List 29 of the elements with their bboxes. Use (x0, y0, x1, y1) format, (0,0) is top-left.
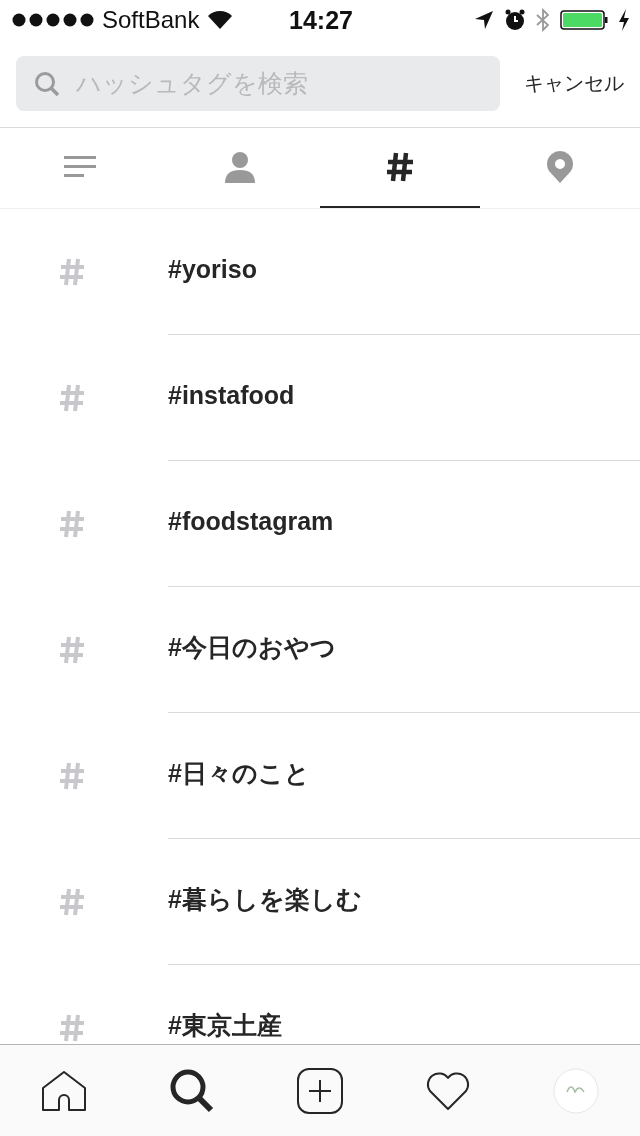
signal-icon (12, 13, 94, 27)
search-icon (34, 71, 60, 97)
hashtag-icon (59, 509, 85, 539)
hashtag-icon (59, 257, 85, 287)
person-icon (224, 151, 256, 183)
location-pin-icon (546, 151, 574, 183)
hashtag-label[interactable]: #yoriso (168, 255, 257, 284)
hashtag-label[interactable]: #今日のおやつ (168, 631, 336, 664)
lines-icon (64, 155, 96, 179)
cancel-button[interactable]: キャンセル (524, 70, 624, 97)
hashtag-label[interactable]: #日々のこと (168, 757, 310, 790)
hashtag-label[interactable]: #instafood (168, 381, 295, 410)
charging-bolt-icon (618, 9, 630, 31)
hashtag-label[interactable]: #東京土産 (168, 1009, 282, 1042)
clock-time: 14:27 (289, 5, 353, 35)
carrier-name: SoftBank (102, 6, 200, 34)
hashtag-icon (59, 761, 85, 791)
hashtag-label[interactable]: #foodstagram (168, 507, 334, 536)
wifi-icon (207, 10, 234, 30)
hashtag-icon (59, 383, 85, 413)
hashtag-label[interactable]: #暮らしを楽しむ (168, 883, 362, 916)
location-arrow-icon (474, 10, 494, 30)
hashtag-icon (59, 887, 85, 917)
hashtag-icon (59, 635, 85, 665)
hashtag-icon (386, 151, 414, 183)
hashtag-icon (59, 1013, 85, 1043)
bluetooth-icon (536, 8, 550, 32)
alarm-clock-icon (504, 9, 526, 31)
battery-icon (560, 9, 608, 31)
